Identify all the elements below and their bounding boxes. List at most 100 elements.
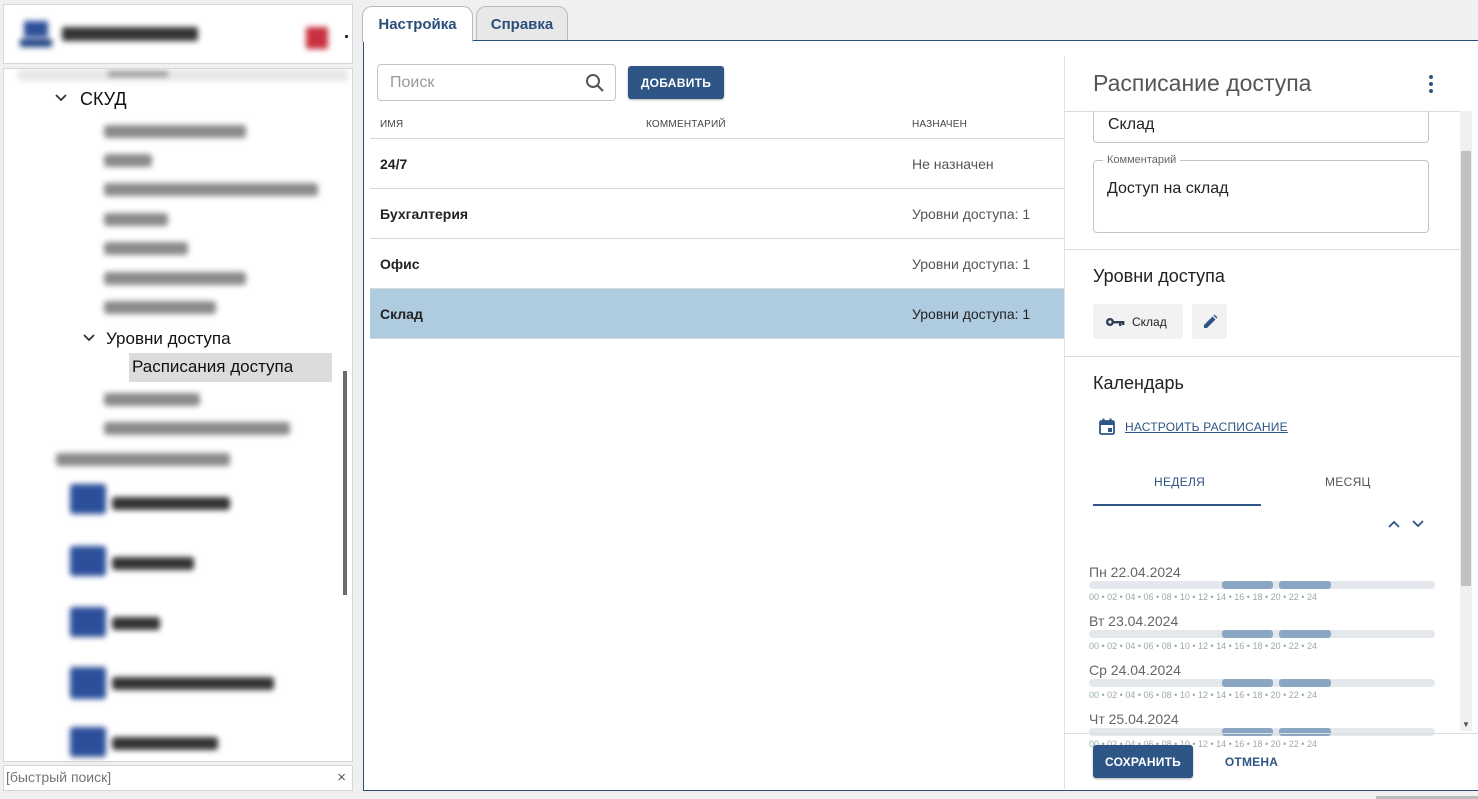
menu-dot[interactable] xyxy=(345,35,348,38)
quick-search-input[interactable] xyxy=(4,766,314,788)
left-panel: СКУД Уровни доступа Расписания доступа × xyxy=(0,0,356,799)
tree-scrollbar[interactable] xyxy=(343,371,347,595)
name-field-value: Склад xyxy=(1108,116,1155,133)
schedule-interval xyxy=(1221,630,1274,638)
comment-field[interactable]: Комментарий Доступ на склад xyxy=(1093,154,1429,233)
calendar-icon xyxy=(1099,418,1115,435)
scrollbar-thumb[interactable] xyxy=(1461,151,1471,586)
divider xyxy=(1065,356,1460,357)
device-icon xyxy=(70,667,106,699)
search-input[interactable] xyxy=(390,73,570,93)
row-assigned: Уровни доступа: 1 xyxy=(912,206,1031,222)
row-assigned: Уровни доступа: 1 xyxy=(912,306,1031,322)
day-label: Чт 25.04.2024 xyxy=(1089,711,1179,727)
device-icon xyxy=(70,727,106,757)
tab-month[interactable]: МЕСЯЦ xyxy=(1325,475,1371,489)
name-field[interactable]: Склад xyxy=(1093,111,1429,143)
table-row-selected[interactable]: Склад Уровни доступа: 1 xyxy=(370,289,1064,339)
more-menu-icon[interactable] xyxy=(1427,75,1435,97)
active-tab-indicator xyxy=(1093,504,1261,506)
tree-blurred-item xyxy=(104,393,200,406)
tree-blurred-item xyxy=(112,617,160,630)
tab-settings[interactable]: Настройка xyxy=(362,6,473,42)
row-name: 24/7 xyxy=(380,156,408,172)
day-label: Вт 23.04.2024 xyxy=(1089,613,1179,629)
tree-blurred-item xyxy=(104,213,168,226)
row-assigned: Не назначен xyxy=(912,156,994,172)
tree-node-access-levels[interactable]: Уровни доступа xyxy=(106,329,231,349)
column-header-name[interactable]: ИМЯ xyxy=(380,119,403,130)
hour-ticks: 00 • 02 • 04 • 06 • 08 • 10 • 12 • 14 • … xyxy=(1089,592,1317,602)
quick-search-box[interactable]: × xyxy=(3,765,353,791)
main-content: ДОБАВИТЬ ИМЯ КОММЕНТАРИЙ НАЗНАЧЕН 24/7 Н… xyxy=(363,41,1478,791)
schedule-interval xyxy=(1279,728,1332,736)
day-row: Пн 22.04.2024 00 • 02 • 04 • 06 • 08 • 10… xyxy=(1089,564,1435,602)
tree-blurred-item xyxy=(112,737,218,750)
comment-field-label: Комментарий xyxy=(1103,154,1181,166)
tree-blurred-item xyxy=(104,422,290,435)
row-name: Офис xyxy=(380,256,420,272)
hour-ticks: 00 • 02 • 04 • 06 • 08 • 10 • 12 • 14 • … xyxy=(1089,641,1317,651)
column-header-assigned[interactable]: НАЗНАЧЕН xyxy=(912,119,967,130)
divider xyxy=(1065,733,1478,734)
day-timeline xyxy=(1089,728,1435,736)
detail-scrollbar[interactable]: ▼ xyxy=(1460,111,1472,731)
object-tree[interactable]: СКУД Уровни доступа Расписания доступа xyxy=(3,68,353,762)
day-timeline xyxy=(1089,679,1435,687)
tree-blurred-item xyxy=(112,557,194,570)
day-row: Ср 24.04.2024 00 • 02 • 04 • 06 • 08 • 10… xyxy=(1089,662,1435,700)
configure-schedule-link[interactable]: НАСТРОИТЬ РАСПИСАНИЕ xyxy=(1099,418,1288,435)
access-level-chip-label: Склад xyxy=(1132,314,1167,329)
day-label: Ср 24.04.2024 xyxy=(1089,662,1181,678)
tab-week[interactable]: НЕДЕЛЯ xyxy=(1154,475,1205,489)
tree-blurred-item xyxy=(104,242,188,255)
schedule-interval xyxy=(1279,679,1332,687)
tab-help[interactable]: Справка xyxy=(476,6,568,41)
table-header: ИМЯ КОММЕНТАРИЙ НАЗНАЧЕН xyxy=(370,111,1064,139)
chevron-down-icon[interactable] xyxy=(54,91,68,105)
cancel-button[interactable]: ОТМЕНА xyxy=(1215,745,1288,778)
chevron-up-icon[interactable] xyxy=(1387,519,1401,529)
calendar-title: Календарь xyxy=(1093,373,1184,393)
table-row[interactable]: 24/7 Не назначен xyxy=(370,139,1064,189)
divider xyxy=(1065,249,1460,250)
edit-levels-button[interactable] xyxy=(1192,304,1227,339)
pencil-icon xyxy=(1203,314,1217,328)
workspace-icon xyxy=(20,21,52,47)
column-header-comment[interactable]: КОММЕНТАРИЙ xyxy=(646,119,726,130)
detail-title: Расписание доступа xyxy=(1093,70,1312,96)
table-row[interactable]: Бухгалтерия Уровни доступа: 1 xyxy=(370,189,1064,239)
search-icon[interactable] xyxy=(585,73,605,93)
save-button[interactable]: СОХРАНИТЬ xyxy=(1093,745,1193,778)
chevron-down-icon[interactable] xyxy=(82,331,96,345)
comment-field-value: Доступ на склад xyxy=(1107,180,1229,197)
tree-blurred-item xyxy=(56,453,230,466)
tree-blurred-item xyxy=(104,301,216,314)
row-name: Бухгалтерия xyxy=(380,206,469,222)
clear-icon[interactable]: × xyxy=(337,769,346,786)
workspace-name xyxy=(62,27,198,41)
key-icon xyxy=(1106,317,1125,326)
workspace-header[interactable] xyxy=(3,4,353,64)
search-box[interactable] xyxy=(377,64,616,101)
chevron-down-icon[interactable] xyxy=(1411,519,1425,529)
group-icon xyxy=(70,484,106,514)
schedule-interval xyxy=(1279,581,1332,589)
week-navigation xyxy=(1387,516,1425,534)
tree-node-skud[interactable]: СКУД xyxy=(80,89,127,110)
day-timeline xyxy=(1089,630,1435,638)
tree-node-access-schedules[interactable]: Расписания доступа xyxy=(132,357,293,377)
tree-blurred-item xyxy=(104,125,246,138)
schedule-interval xyxy=(1221,679,1274,687)
alert-icon[interactable] xyxy=(306,27,328,49)
row-assigned: Уровни доступа: 1 xyxy=(912,256,1031,272)
tree-blurred-item xyxy=(18,69,348,81)
add-button[interactable]: ДОБАВИТЬ xyxy=(628,66,724,99)
scroll-down-arrow-icon[interactable]: ▼ xyxy=(1462,720,1470,729)
network-icon xyxy=(70,607,106,637)
configure-schedule-link-label: НАСТРОИТЬ РАСПИСАНИЕ xyxy=(1125,419,1288,434)
day-row: Чт 25.04.2024 00 • 02 • 04 • 06 • 08 • 10… xyxy=(1089,711,1435,749)
access-level-chip[interactable]: Склад xyxy=(1093,304,1183,339)
table-row[interactable]: Офис Уровни доступа: 1 xyxy=(370,239,1064,289)
day-timeline xyxy=(1089,581,1435,589)
